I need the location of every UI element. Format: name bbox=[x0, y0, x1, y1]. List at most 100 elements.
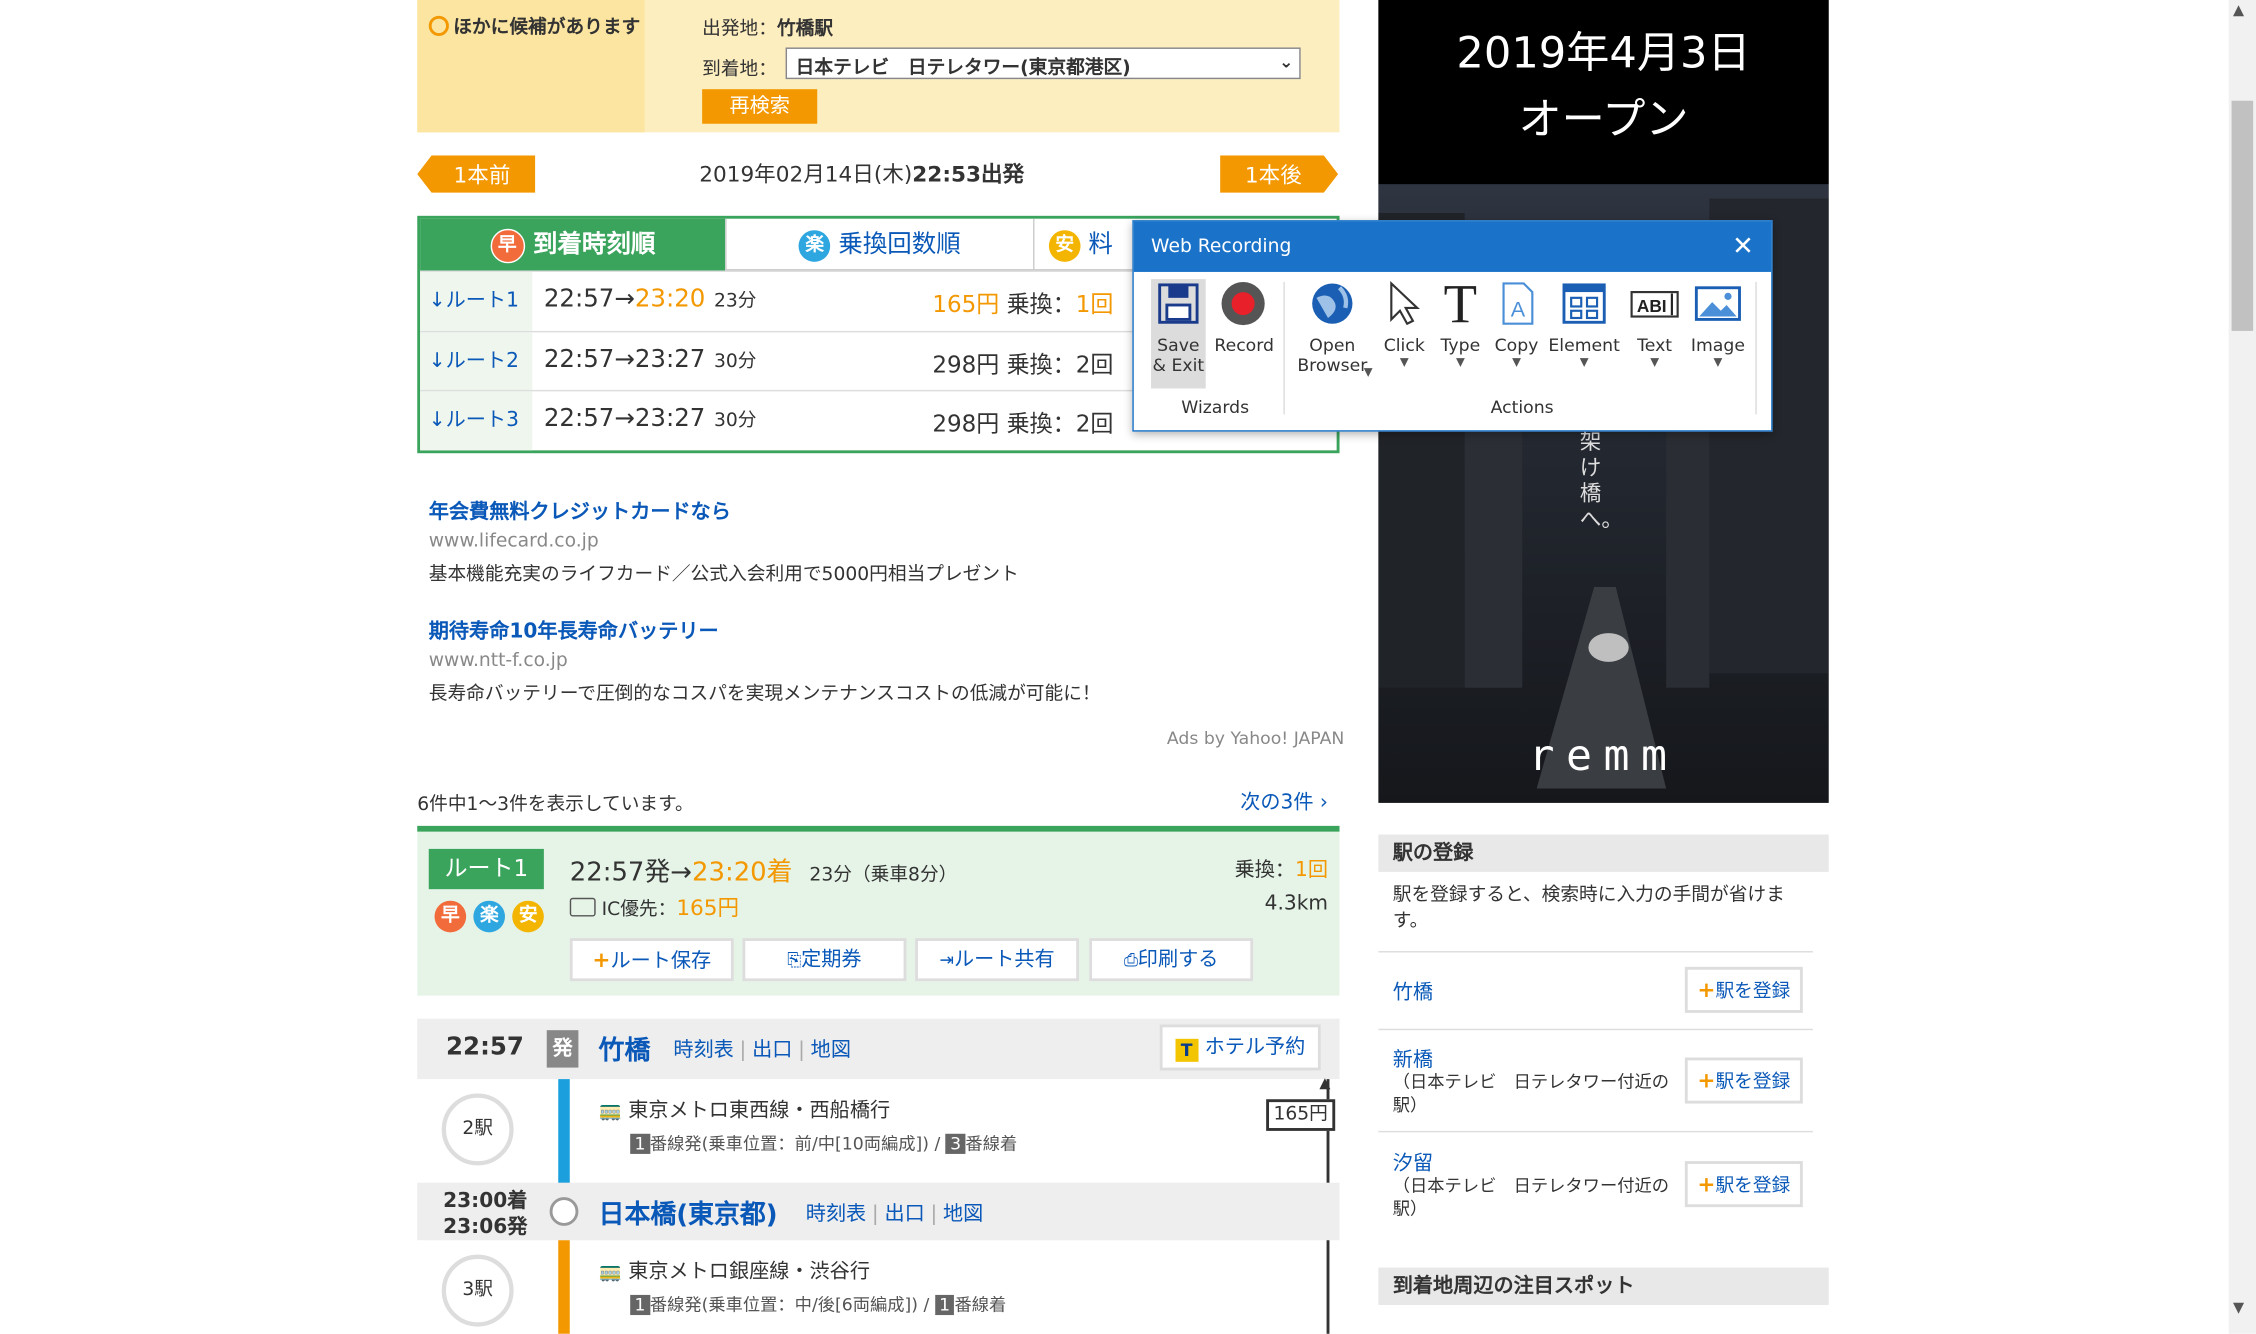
divider bbox=[1378, 951, 1813, 953]
hayai-icon: 早 bbox=[489, 228, 525, 264]
dropdown-arrow-icon[interactable]: ▼ bbox=[1626, 355, 1684, 368]
cursor-icon bbox=[1390, 280, 1420, 326]
element-action-button[interactable]: Element ▼ bbox=[1548, 279, 1620, 368]
save-exit-button[interactable]: Save & Exit bbox=[1151, 279, 1206, 389]
ad-title[interactable]: 年会費無料クレジットカードなら bbox=[429, 496, 1019, 525]
dropdown-arrow-icon[interactable]: ▼ bbox=[1364, 365, 1373, 378]
exit-link[interactable]: 出口 bbox=[884, 1203, 924, 1226]
timetable-link[interactable]: 時刻表 bbox=[673, 1039, 733, 1062]
destination-selected: 日本テレビ 日テレタワー(東京都港区) bbox=[795, 57, 1131, 80]
ad-item[interactable]: 年会費無料クレジットカードなら www.lifecard.co.jp 基本機能充… bbox=[428, 496, 1019, 586]
route-link[interactable]: ↓ルート3 bbox=[420, 391, 533, 451]
group-divider bbox=[1283, 282, 1285, 415]
dropdown-arrow-icon[interactable]: ▼ bbox=[1548, 355, 1620, 368]
dropdown-arrow-icon[interactable]: ▼ bbox=[1436, 355, 1485, 368]
next-train-label: 1本後 bbox=[1244, 162, 1302, 189]
segment-line: 🚃 東京メトロ東西線・西船橋行 bbox=[598, 1099, 891, 1123]
svg-text:A: A bbox=[1511, 297, 1526, 322]
dropdown-arrow-icon[interactable]: ▼ bbox=[1378, 355, 1430, 368]
open-browser-button[interactable]: Open Browser ▼ bbox=[1292, 279, 1373, 378]
route-link[interactable]: ↓ルート2 bbox=[420, 332, 533, 392]
route-badges: 早 楽 安 bbox=[434, 900, 545, 933]
segment-platform: 1 番線発(乗車位置：前/中[10両編成]) / 3 番線着 bbox=[630, 1131, 1017, 1155]
route-link[interactable]: ↓ルート1 bbox=[420, 271, 533, 331]
arrow-up-icon: ▲ bbox=[1319, 1076, 1331, 1093]
next-results-link[interactable]: 次の3件 › bbox=[1240, 787, 1328, 816]
sidebar-station-link[interactable]: 汐留 bbox=[1393, 1148, 1433, 1177]
dropdown-arrow-icon[interactable]: ▼ bbox=[1491, 355, 1543, 368]
chevron-down-icon: ⌄ bbox=[1279, 51, 1294, 72]
candidate-title: ほかに候補があります bbox=[453, 17, 641, 39]
printer-icon: ⎙ bbox=[1123, 949, 1138, 970]
route-time: 22:57→23:27 30分 bbox=[543, 345, 757, 375]
web-recording-titlebar: Web Recording ✕ bbox=[1133, 221, 1772, 272]
station-name[interactable]: 竹橋 bbox=[599, 1030, 651, 1067]
share-route-button[interactable]: ⇥ルート共有 bbox=[915, 938, 1080, 982]
register-station-button[interactable]: +駅を登録 bbox=[1684, 1161, 1803, 1208]
type-action-button[interactable]: T Type ▼ bbox=[1436, 273, 1485, 368]
image-action-button[interactable]: Image ▼ bbox=[1689, 279, 1747, 368]
register-station-button[interactable]: +駅を登録 bbox=[1684, 1057, 1803, 1104]
record-button[interactable]: Record bbox=[1214, 279, 1274, 355]
route-fare: 298円 乗換：2回 bbox=[932, 351, 1114, 379]
scrollbar-thumb[interactable] bbox=[2231, 100, 2254, 331]
copy-action-button[interactable]: A Copy ▼ bbox=[1491, 279, 1543, 368]
map-link[interactable]: 地図 bbox=[811, 1039, 851, 1062]
commuter-pass-button[interactable]: ⎘定期券 bbox=[742, 938, 907, 982]
tool-label: Text bbox=[1637, 335, 1673, 356]
sidebar-station-link[interactable]: 竹橋 bbox=[1393, 977, 1433, 1006]
close-icon[interactable]: ✕ bbox=[1732, 222, 1754, 272]
route-detail-transfer: 乗換：1回 bbox=[1234, 858, 1329, 882]
origin-label: 出発地： bbox=[702, 18, 777, 41]
station-row: 23:00着 23:06発 日本橋(東京都) 時刻表 | 出口 | 地図 bbox=[417, 1182, 1340, 1241]
map-link[interactable]: 地図 bbox=[943, 1203, 983, 1226]
sidebar-station-link[interactable]: 新橋 bbox=[1393, 1045, 1433, 1074]
route-fare: 165円 乗換：1回 bbox=[932, 290, 1114, 318]
group-divider bbox=[1755, 282, 1757, 415]
tab-transfer-order[interactable]: 楽 乗換回数順 bbox=[725, 218, 1034, 271]
register-station-button[interactable]: +駅を登録 bbox=[1684, 966, 1803, 1013]
yasu-icon: 安 bbox=[1048, 230, 1081, 262]
sun-icon bbox=[428, 15, 449, 36]
departure-badge: 発 bbox=[546, 1030, 579, 1068]
station-arrival-time: 23:00着 bbox=[443, 1189, 528, 1213]
research-button[interactable]: 再検索 bbox=[702, 89, 818, 124]
origin-value: 竹橋駅 bbox=[776, 18, 834, 41]
tool-label: Click bbox=[1383, 335, 1425, 356]
ads-credit[interactable]: Ads by Yahoo! JAPAN bbox=[1167, 728, 1344, 748]
route-time: 22:57→23:20 23分 bbox=[543, 284, 757, 314]
text-action-button[interactable]: ABI Text ▼ bbox=[1626, 279, 1684, 368]
prev-train-label: 1本前 bbox=[453, 162, 511, 189]
scroll-up-icon[interactable]: ▲ bbox=[2233, 3, 2244, 19]
tab-arrival-order[interactable]: 早 到着時刻順 bbox=[420, 218, 726, 271]
exit-link[interactable]: 出口 bbox=[752, 1039, 792, 1062]
hotel-reservation-button[interactable]: T ホテル予約 bbox=[1159, 1024, 1321, 1071]
save-route-button[interactable]: +ルート保存 bbox=[569, 938, 734, 982]
destination-select[interactable]: 日本テレビ 日テレタワー(東京都港区) ⌄ bbox=[785, 47, 1301, 80]
segment-line: 🚃 東京メトロ銀座線・渋谷行 bbox=[598, 1260, 870, 1284]
pass-icon: ⎘ bbox=[787, 949, 802, 970]
route-distance: 4.3km bbox=[1264, 892, 1329, 916]
click-action-button[interactable]: Click ▼ bbox=[1378, 279, 1430, 368]
ad-title[interactable]: 期待寿命10年長寿命バッテリー bbox=[429, 616, 1101, 645]
station-name[interactable]: 日本橋(東京都) bbox=[599, 1194, 778, 1231]
print-button[interactable]: ⎙印刷する bbox=[1089, 938, 1254, 982]
text-icon: ABI bbox=[1630, 290, 1679, 318]
timetable-link[interactable]: 時刻表 bbox=[806, 1203, 866, 1226]
dropdown-arrow-icon[interactable]: ▼ bbox=[1689, 355, 1747, 368]
actions-group-label: Actions bbox=[1490, 397, 1554, 418]
departure-datetime: 2019年02月14日(木)22:53出発 bbox=[699, 158, 1024, 188]
sidebar-station-note: （日本テレビ 日テレタワー付近の駅） bbox=[1392, 1071, 1670, 1116]
scroll-down-icon[interactable]: ▼ bbox=[2233, 1301, 2244, 1317]
ad-url: www.ntt-f.co.jp bbox=[428, 650, 568, 672]
raku-icon: 楽 bbox=[798, 230, 831, 262]
ad-url: www.lifecard.co.jp bbox=[428, 530, 599, 553]
route-tag: ルート1 bbox=[428, 848, 544, 890]
banner-brand: remm bbox=[1528, 730, 1679, 782]
raku-icon: 楽 bbox=[473, 900, 506, 933]
station-time: 22:57 bbox=[446, 1033, 524, 1062]
ad-item[interactable]: 期待寿命10年長寿命バッテリー www.ntt-f.co.jp 長寿命バッテリー… bbox=[429, 616, 1101, 705]
plus-icon: + bbox=[592, 946, 611, 973]
segment-fare: 165円 bbox=[1266, 1099, 1336, 1131]
divider bbox=[1378, 1130, 1813, 1133]
